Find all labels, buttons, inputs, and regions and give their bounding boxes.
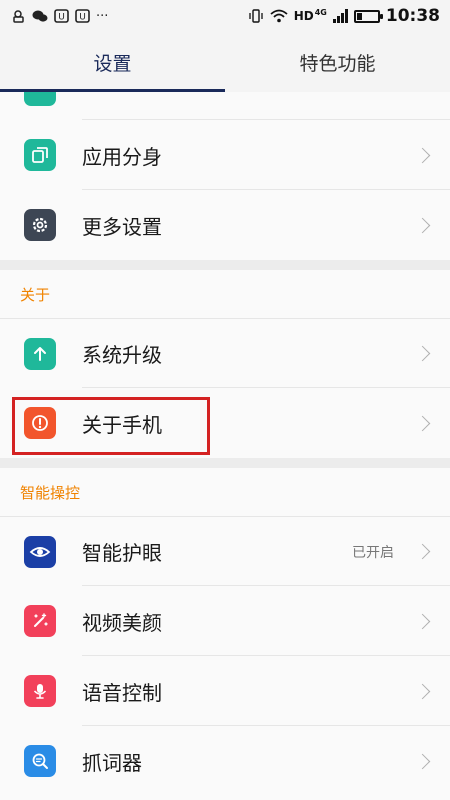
chevron-right-icon — [414, 415, 431, 431]
status-value: 已开启 — [352, 544, 394, 561]
clock: 10:38 — [385, 6, 440, 26]
list-item-voice-control[interactable]: 语音控制 — [0, 656, 450, 726]
section-divider — [0, 260, 450, 270]
network-label: HD — [293, 9, 314, 23]
battery-icon — [353, 9, 383, 23]
list-item-label: 抓词器 — [82, 750, 142, 775]
system-status: HD 4G 10:38 — [248, 6, 440, 26]
chevron-right-icon — [414, 683, 431, 699]
eye-icon — [24, 535, 56, 568]
list-item-more-settings[interactable]: 更多设置 — [0, 190, 450, 260]
list-item-label: 系统升级 — [82, 343, 162, 367]
list-item-label: 视频美颜 — [82, 610, 162, 635]
list-item-label: 应用分身 — [82, 144, 162, 169]
list-item-label: 语音控制 — [82, 680, 162, 705]
chevron-right-icon — [414, 753, 431, 769]
tab-bar: 设置 特色功能 — [0, 32, 450, 92]
magic-wand-icon — [24, 605, 56, 637]
list-item-label: 智能护眼 — [82, 541, 162, 565]
chevron-right-icon — [414, 147, 431, 163]
microphone-icon — [24, 675, 56, 707]
app-badge-icon: U — [54, 9, 69, 23]
tab-features[interactable]: 特色功能 — [225, 32, 450, 92]
list-item-app-clone[interactable]: 应用分身 — [0, 120, 450, 190]
word-search-icon — [24, 745, 56, 777]
wifi-icon — [270, 9, 288, 23]
chevron-right-icon — [414, 345, 431, 362]
list-item-about-phone[interactable]: 关于手机 — [0, 388, 450, 458]
list-item-label: 关于手机 — [82, 412, 162, 437]
gear-icon — [24, 209, 56, 241]
chevron-right-icon — [414, 613, 431, 629]
section-title-about: 关于 — [0, 270, 450, 318]
list-item-label: 更多设置 — [82, 214, 162, 239]
list-item-word-grabber[interactable]: 抓词器 — [0, 726, 450, 796]
section-divider — [0, 458, 450, 468]
list-item-system-update[interactable]: 系统升级 — [0, 318, 450, 388]
settings-list: 应用分身 更多设置 关于 系统升级 关于手机 智能操控 智能护眼 已开启 视频美… — [0, 92, 450, 800]
wechat-icon — [32, 10, 48, 22]
vibrate-icon — [249, 9, 263, 23]
arrow-up-icon — [24, 337, 56, 370]
notification-icons: U U ··· — [12, 9, 108, 24]
app-badge-icon: U — [75, 9, 90, 23]
partial-list-item[interactable] — [0, 92, 450, 120]
status-bar: U U ··· HD 4G 10:38 — [0, 0, 450, 32]
info-alert-icon — [24, 407, 56, 439]
svg-text:U: U — [58, 13, 65, 23]
more-notifications: ··· — [96, 8, 109, 24]
lock-person-icon — [13, 10, 24, 23]
signal-icon — [332, 9, 348, 23]
partial-item-icon — [24, 92, 56, 106]
chevron-right-icon — [414, 543, 431, 560]
section-title-smart-control: 智能操控 — [0, 468, 450, 516]
chevron-right-icon — [414, 217, 431, 233]
network-type: 4G — [314, 7, 327, 17]
list-item-video-beauty[interactable]: 视频美颜 — [0, 586, 450, 656]
list-item-eye-care[interactable]: 智能护眼 已开启 — [0, 516, 450, 586]
app-clone-icon — [24, 139, 56, 171]
tab-settings[interactable]: 设置 — [0, 32, 225, 92]
svg-text:U: U — [79, 13, 86, 23]
